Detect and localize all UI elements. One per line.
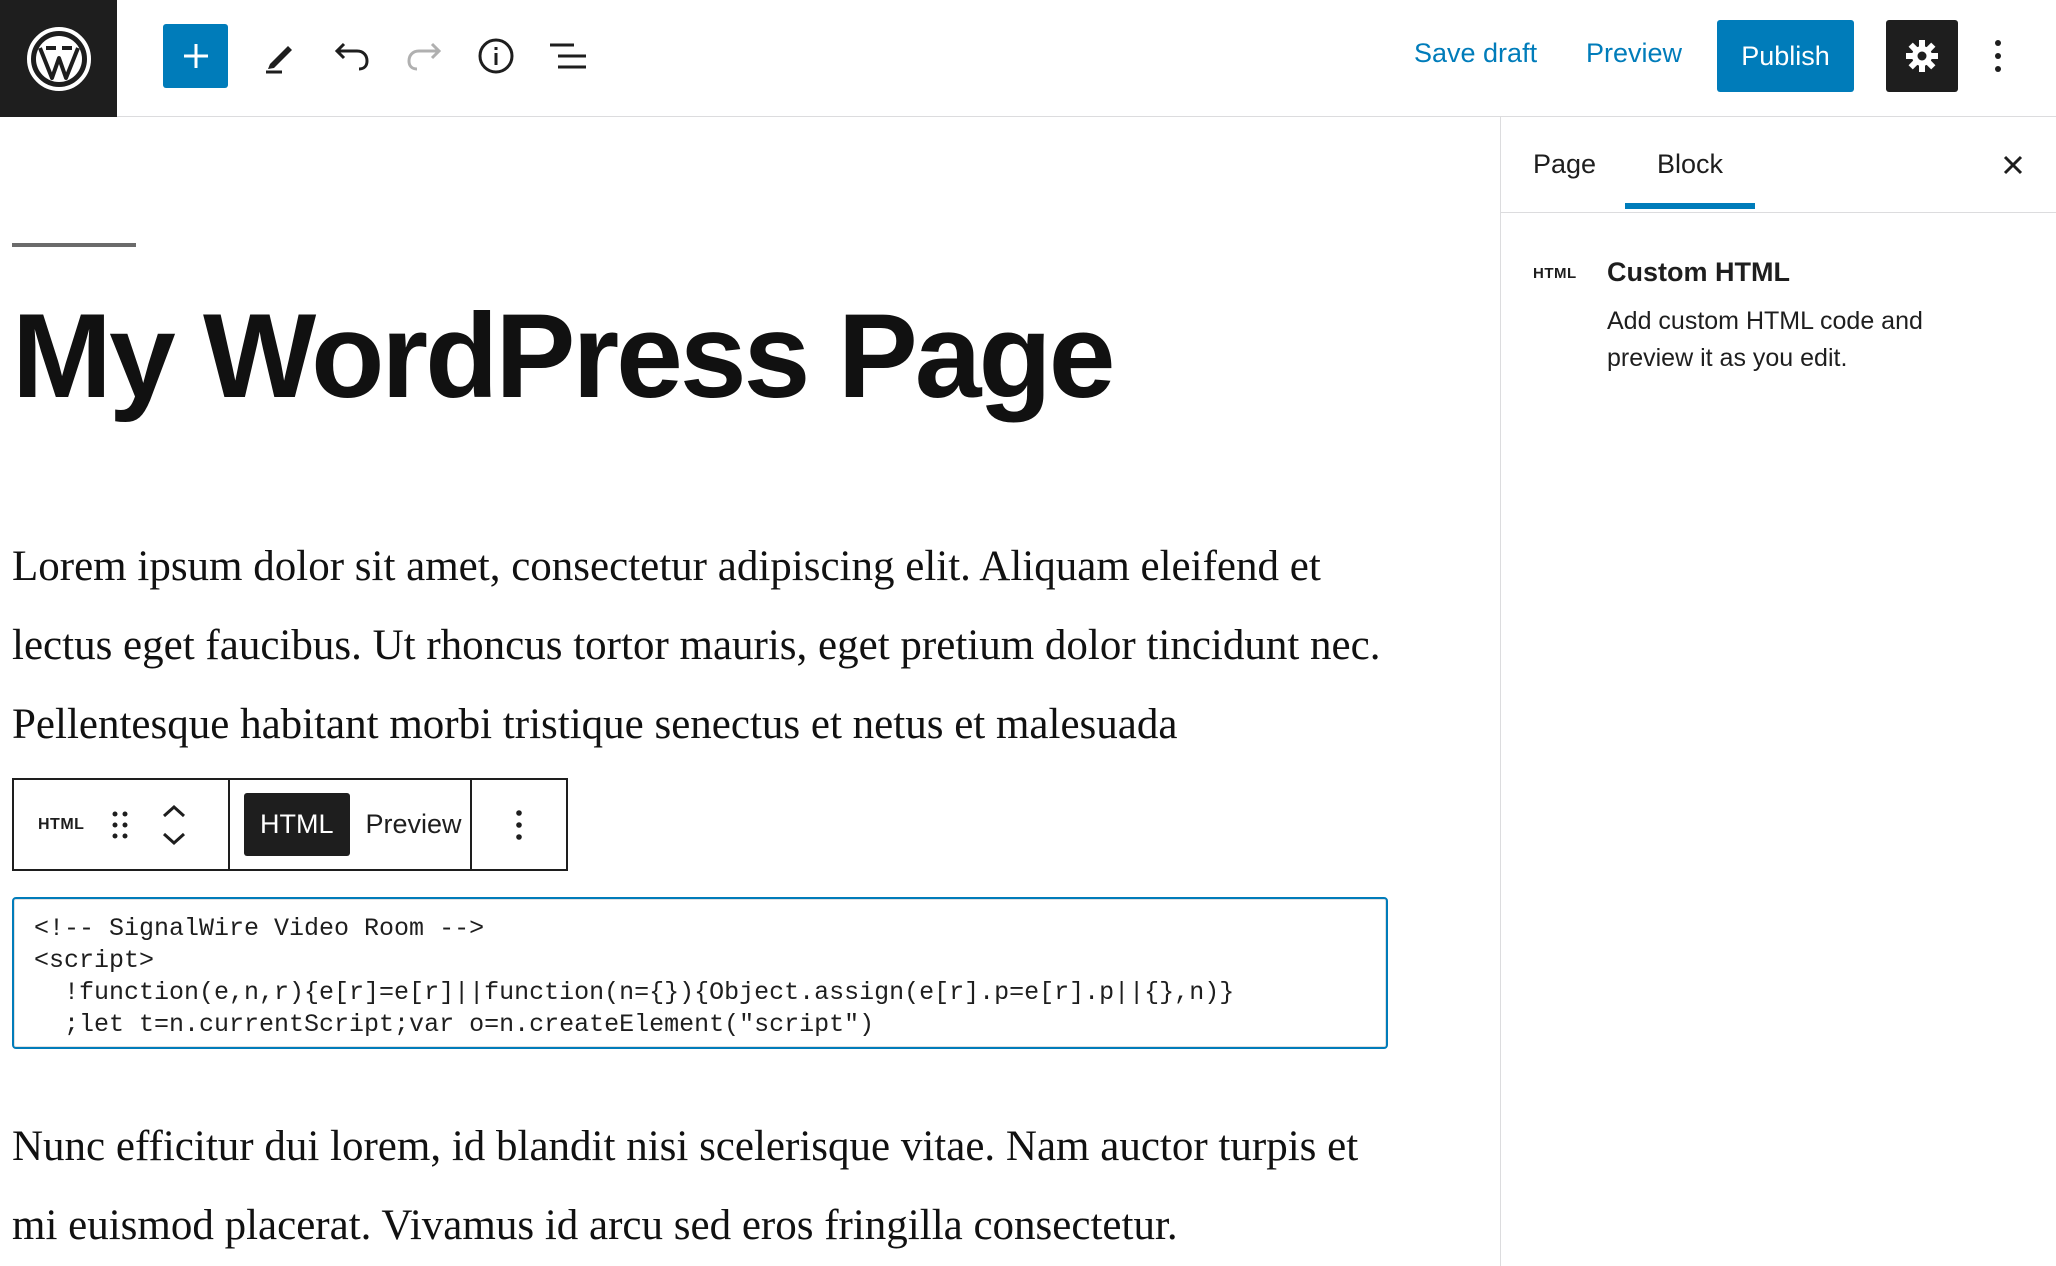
preview-mode-button[interactable]: Preview [350,793,478,856]
more-vertical-icon [516,809,522,840]
tab-block[interactable]: Block [1657,149,1723,180]
page-title[interactable]: My WordPress Page [12,287,1116,425]
html-block-icon: HTML [1533,265,1577,282]
code-line: <script> [34,946,155,975]
publish-button[interactable]: Publish [1717,20,1854,92]
options-button[interactable] [1978,26,2018,86]
paragraph-block[interactable]: Nunc efficitur dui lorem, id blandit nis… [12,1107,1412,1265]
close-icon [2003,155,2023,175]
list-view-icon [550,43,586,69]
redo-button[interactable] [396,24,452,88]
pencil-icon [266,46,292,74]
html-mode-button[interactable]: HTML [244,793,350,856]
preview-button[interactable]: Preview [1586,38,1682,69]
undo-button[interactable] [324,24,380,88]
plus-icon [183,44,208,68]
block-card-title: Custom HTML [1607,257,1790,287]
settings-button[interactable] [1886,20,1958,92]
more-vertical-icon [1995,40,2001,72]
block-type-label[interactable]: HTML [38,816,84,834]
add-block-button[interactable] [163,24,228,88]
editor-canvas: My WordPress Page Lorem ipsum dolor sit … [0,117,1500,1266]
block-options-button[interactable] [472,780,566,869]
custom-html-code-editor[interactable]: <!-- SignalWire Video Room --> <script> … [12,897,1388,1049]
settings-sidebar: Page Block HTML Custom HTML Add custom H… [1500,117,2056,1266]
gear-icon [1906,40,1938,72]
paragraph-block[interactable]: Lorem ipsum dolor sit amet, consectetur … [12,527,1412,764]
save-draft-button[interactable]: Save draft [1414,38,1537,69]
block-card-description: Add custom HTML code and preview it as y… [1607,307,1923,372]
undo-icon [334,42,369,71]
editor-top-bar: Save draft Preview Publish [0,0,2056,117]
chevron-up-icon[interactable] [162,804,186,818]
info-icon [478,38,514,74]
code-line: <!-- SignalWire Video Room --> [34,914,485,943]
block-toolbar-group-mode: HTML Preview [230,780,472,869]
move-controls [162,804,186,846]
drag-handle-icon[interactable] [110,809,130,841]
code-line: !function(e,n,r){e[r]=e[r]||function(n={… [34,978,1235,1007]
block-toolbar: HTML HTML Preview [12,778,568,871]
sidebar-tabs: Page Block [1501,117,2056,213]
redo-icon [407,42,442,71]
active-tab-indicator [1625,203,1755,209]
close-sidebar-button[interactable] [1991,143,2035,187]
separator-line [12,243,136,247]
wordpress-logo-icon[interactable] [0,0,117,117]
chevron-down-icon[interactable] [162,832,186,846]
tab-page[interactable]: Page [1533,149,1596,180]
details-button[interactable] [468,24,524,88]
tools-button[interactable] [252,24,308,88]
code-line: ;let t=n.currentScript;var o=n.createEle… [34,1010,875,1039]
list-view-button[interactable] [540,24,596,88]
block-toolbar-group-move: HTML [14,780,230,869]
